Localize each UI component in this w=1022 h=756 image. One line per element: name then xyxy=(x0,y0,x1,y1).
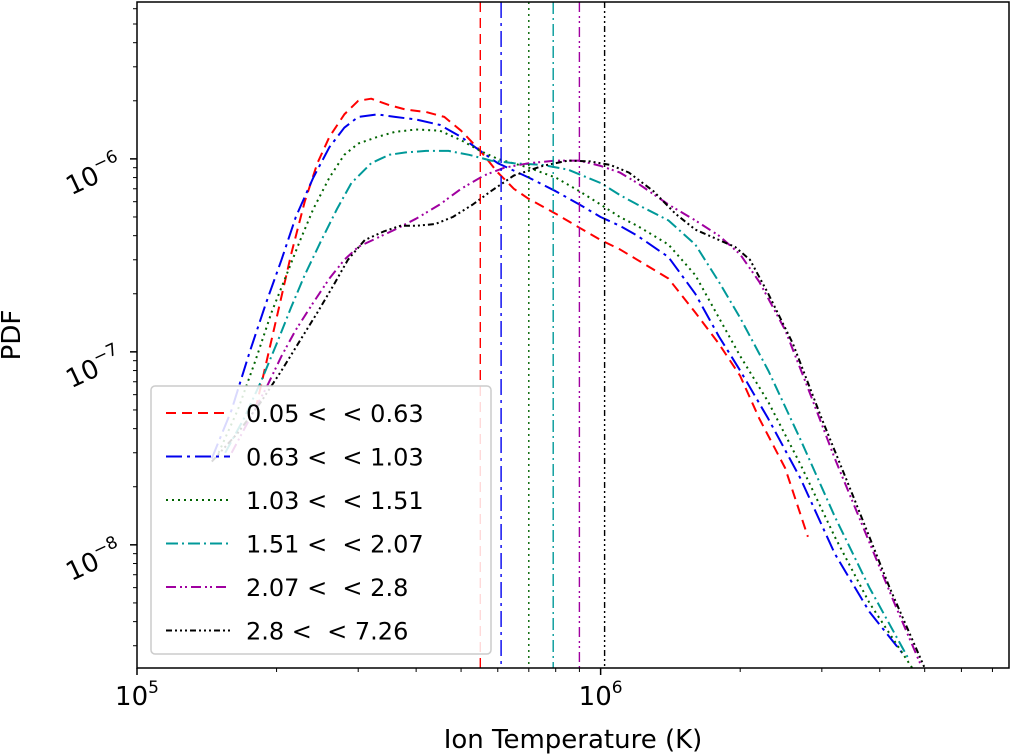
x-tick-label: 105 xyxy=(115,678,159,712)
legend-label-3: 1.03 < 𝒤 < 1.51 xyxy=(246,487,424,515)
x-tick-label: 106 xyxy=(579,678,623,712)
legend-label-5: 2.07 < 𝒤 < 2.8 xyxy=(246,574,408,602)
legend-label-6: 2.8 < 𝒤 < 7.26 xyxy=(246,618,408,646)
y-tick-label: 10−6 xyxy=(60,146,127,201)
y-tick-label: 10−7 xyxy=(60,339,127,394)
mean-temperature-lines xyxy=(480,2,604,668)
x-axis-ticks: 105 106 xyxy=(115,668,992,712)
y-axis-ticks: 10−8 10−7 10−6 xyxy=(60,9,137,646)
line-chart: 105 106 10−810−710−6 Ion Temperature (K) … xyxy=(0,0,1022,756)
legend-label-1: 0.05 < 𝒤 < 0.63 xyxy=(246,400,424,428)
y-axis-label: PDF xyxy=(0,310,27,361)
legend: 0.05 < 𝒤 < 0.63 0.63 < 𝒤 < 1.03 1.03 < 𝒤 <… xyxy=(151,386,491,654)
x-axis-label: Ion Temperature (K) xyxy=(444,725,703,755)
legend-label-4: 1.51 < 𝒤 < 2.07 xyxy=(246,531,424,559)
legend-label-2: 0.63 < 𝒤 < 1.03 xyxy=(246,444,424,472)
y-tick-label: 10−8 xyxy=(60,532,127,587)
